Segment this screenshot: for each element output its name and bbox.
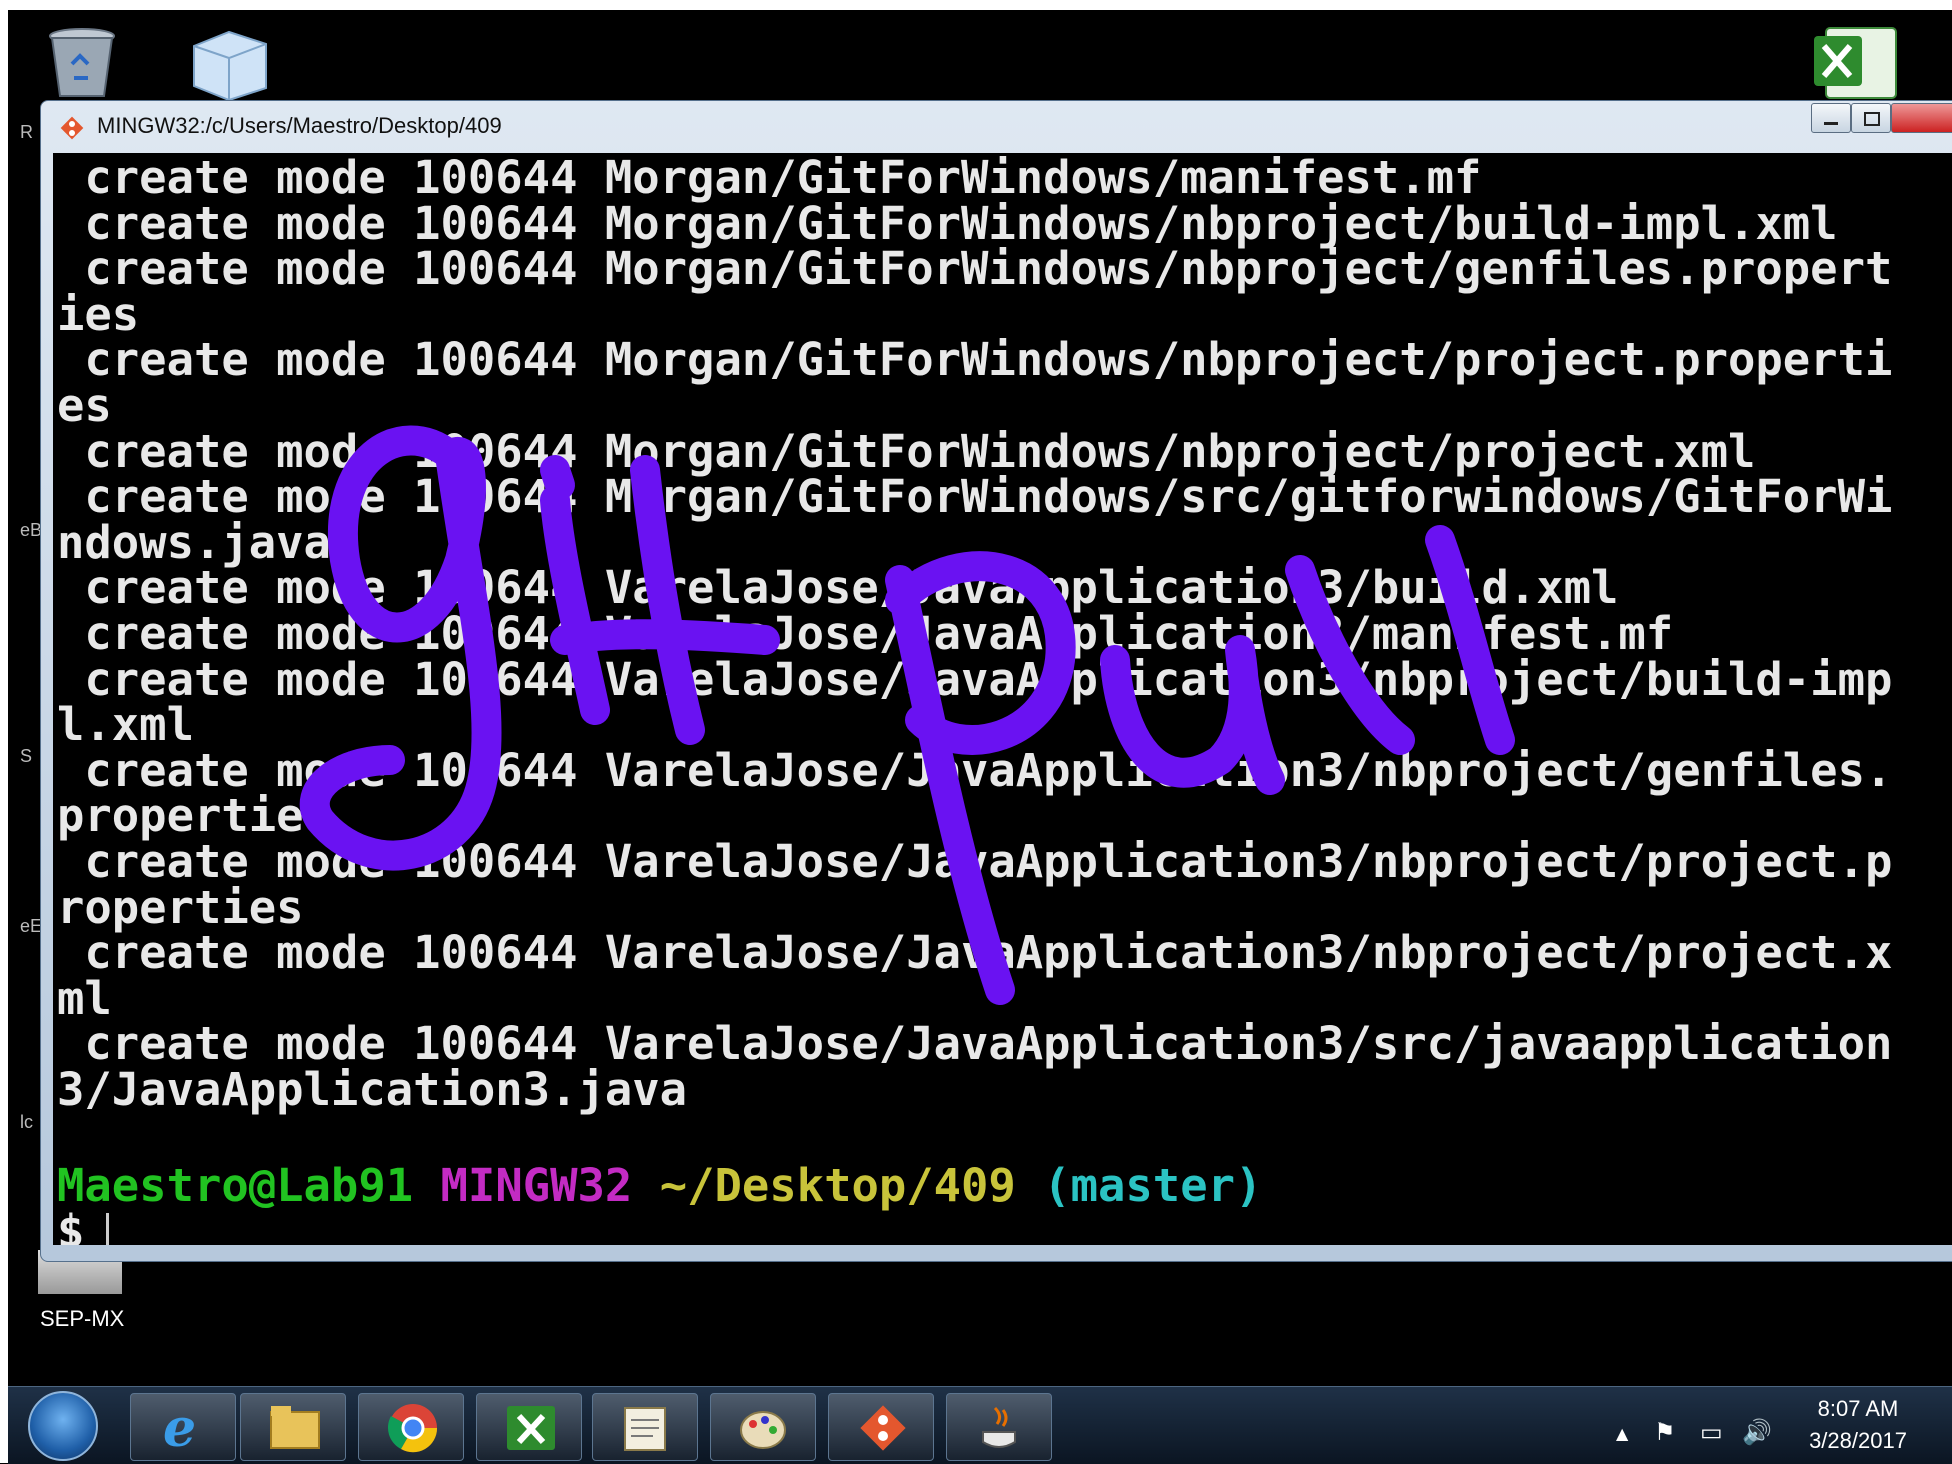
terminal-line: create mode 100644 Morgan/GitForWindows/…	[57, 242, 1893, 296]
terminal-output[interactable]: create mode 100644 Morgan/GitForWindows/…	[53, 153, 1952, 1245]
minimize-button[interactable]	[1811, 103, 1851, 133]
text-cursor	[106, 1213, 110, 1245]
chrome-icon[interactable]	[358, 1393, 464, 1461]
terminal-line: roperties	[57, 880, 304, 934]
start-button[interactable]	[28, 1391, 98, 1461]
terminal-line: ies	[57, 287, 140, 341]
git-icon	[60, 116, 84, 140]
terminal-lines: create mode 100644 Morgan/GitForWindows/…	[57, 155, 1892, 1112]
terminal-line: 3/JavaApplication3.java	[57, 1062, 688, 1116]
terminal-line: create mode 100644 VarelaJose/JavaApplic…	[57, 743, 1893, 797]
window-title: MINGW32:/c/Users/Maestro/Desktop/409	[97, 113, 502, 138]
java-icon[interactable]	[946, 1393, 1052, 1461]
notepad-icon[interactable]	[592, 1393, 698, 1461]
terminal-line: create mode 100644 Morgan/GitForWindows/…	[57, 333, 1893, 387]
desktop-edge-letter: eB	[20, 520, 43, 540]
desktop-edge-letter: S	[20, 746, 33, 766]
excel-shortcut-icon[interactable]	[1810, 22, 1902, 102]
desktop-edge-letter: R	[20, 122, 33, 142]
excel-icon[interactable]	[476, 1393, 582, 1461]
prompt-user: Maestro@Lab91	[57, 1159, 414, 1212]
prompt-symbol: $	[57, 1205, 85, 1245]
terminal-line: create mode 100644 VarelaJose/JavaApplic…	[57, 606, 1674, 660]
terminal-line: create mode 100644 VarelaJose/JavaApplic…	[57, 926, 1893, 980]
terminal-line: create mode 100644 VarelaJose/JavaApplic…	[57, 834, 1893, 888]
paint-icon[interactable]	[710, 1393, 816, 1461]
desktop-edge-letter: lc	[20, 1112, 33, 1132]
terminal-line: es	[57, 378, 112, 432]
terminal-line: l.xml	[57, 698, 194, 752]
show-hidden-icons-icon[interactable]: ▲	[1616, 1424, 1628, 1443]
prompt-path: ~/Desktop/409	[659, 1159, 1016, 1212]
terminal-line: propertie	[57, 789, 304, 843]
terminal-line: ndows.java	[57, 515, 331, 569]
volume-icon[interactable]: 🔊	[1742, 1418, 1772, 1446]
terminal-window[interactable]: MINGW32:/c/Users/Maestro/Desktop/409 cre…	[40, 100, 1952, 1262]
screen-frame-left	[0, 0, 8, 1463]
terminal-line: create mode 100644 Morgan/GitForWindows/…	[57, 196, 1838, 250]
input-line[interactable]: $	[57, 1205, 110, 1245]
terminal-line: create mode 100644 VarelaJose/JavaApplic…	[57, 561, 1619, 615]
window-titlebar[interactable]: MINGW32:/c/Users/Maestro/Desktop/409	[41, 101, 1952, 151]
maximize-button[interactable]	[1851, 103, 1891, 133]
terminal-line: create mode 100644 Morgan/GitForWindows/…	[57, 424, 1756, 478]
file-explorer-icon[interactable]	[240, 1393, 346, 1461]
git-bash-icon[interactable]	[828, 1393, 934, 1461]
desktop-edge-letter: eE	[20, 916, 43, 936]
terminal-line: ml	[57, 971, 112, 1025]
prompt-system: MINGW32	[440, 1159, 633, 1212]
sep-mx-label: SEP-MX	[40, 1306, 125, 1331]
svg-text:e: e	[163, 1402, 196, 1454]
internet-explorer-icon[interactable]: e	[130, 1393, 236, 1461]
prompt-line: Maestro@Lab91 MINGW32 ~/Desktop/409 (mas…	[57, 1159, 1262, 1212]
screen-frame-top	[0, 0, 1952, 10]
recycle-bin-icon[interactable]	[44, 24, 120, 100]
terminal-line: create mode 100644 Morgan/GitForWindows/…	[57, 470, 1893, 524]
action-center-flag-icon[interactable]: ⚑	[1654, 1418, 1676, 1446]
clock-time[interactable]: 8:07 AM	[1798, 1396, 1918, 1422]
network-icon[interactable]: ▭	[1700, 1418, 1723, 1446]
terminal-line: create mode 100644 VarelaJose/JavaApplic…	[57, 652, 1893, 706]
virtual-box-icon[interactable]	[184, 26, 274, 102]
terminal-line: create mode 100644 Morgan/GitForWindows/…	[57, 153, 1482, 204]
close-button[interactable]	[1891, 103, 1952, 133]
clock-date[interactable]: 3/28/2017	[1798, 1428, 1918, 1454]
prompt-branch: (master)	[1043, 1159, 1263, 1212]
terminal-line: create mode 100644 VarelaJose/JavaApplic…	[57, 1017, 1893, 1071]
